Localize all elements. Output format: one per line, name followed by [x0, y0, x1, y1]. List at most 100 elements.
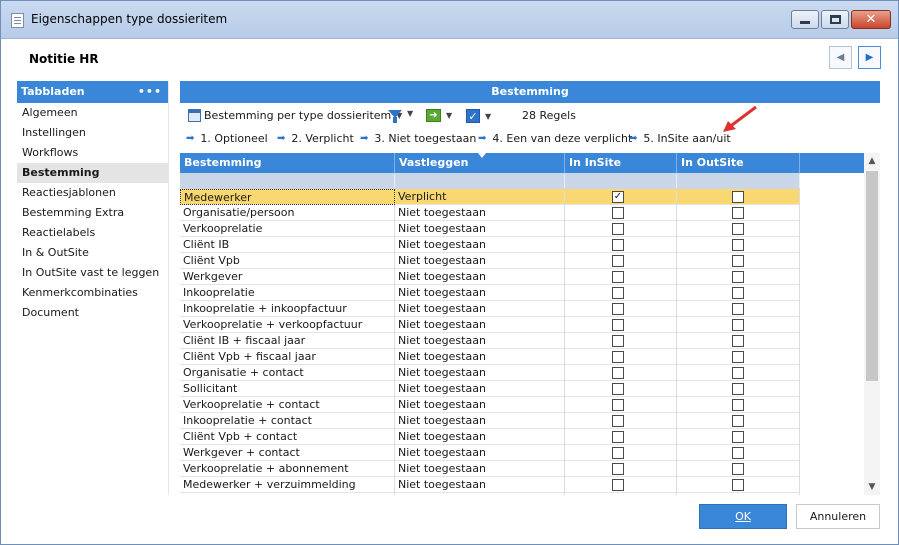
table-row[interactable]: Sollicitant Niet toegestaan	[180, 381, 800, 397]
cell-vastleggen[interactable]: Niet toegestaan	[395, 317, 565, 333]
cell-vastleggen[interactable]: Niet toegestaan	[395, 397, 565, 413]
quick-filter-button[interactable]: ➡ 3. Niet toegestaan	[360, 132, 476, 145]
filter-cell-bestemming[interactable]	[180, 174, 395, 188]
select-button[interactable]: ✓ ▼	[466, 109, 491, 123]
insite-checkbox[interactable]	[612, 287, 624, 299]
outsite-checkbox[interactable]	[732, 319, 744, 331]
table-row[interactable]: Cliënt IB + fiscaal jaar Niet toegestaan	[180, 333, 800, 349]
outsite-checkbox[interactable]	[732, 271, 744, 283]
cell-bestemming[interactable]: Verkooprelatie + contact	[180, 397, 395, 413]
outsite-checkbox[interactable]	[732, 351, 744, 363]
outsite-checkbox[interactable]	[732, 367, 744, 379]
scroll-down-icon[interactable]: ▼	[864, 479, 880, 495]
quick-filter-button[interactable]: ➡ 4. Een van deze verplicht	[478, 132, 632, 145]
table-row[interactable]: Medewerker + verzuimmelding Niet toegesta…	[180, 477, 800, 493]
insite-checkbox[interactable]	[612, 383, 624, 395]
outsite-checkbox[interactable]	[732, 287, 744, 299]
insite-checkbox[interactable]	[612, 447, 624, 459]
cell-vastleggen[interactable]: Niet toegestaan	[395, 445, 565, 461]
tab-item[interactable]: Bestemming Extra	[17, 203, 168, 223]
cell-bestemming[interactable]: Verkooprelatie + abonnement	[180, 461, 395, 477]
table-row[interactable]: Inkooprelatie + contact Niet toegestaan	[180, 413, 800, 429]
insite-checkbox[interactable]: ✓	[612, 191, 624, 203]
tab-item[interactable]: Reactiesjablonen	[17, 183, 168, 203]
insite-checkbox[interactable]	[612, 271, 624, 283]
minimize-button[interactable]	[791, 10, 819, 29]
insite-checkbox[interactable]	[612, 463, 624, 475]
insite-checkbox[interactable]	[612, 207, 624, 219]
cell-bestemming[interactable]: Medewerker + verzuimmelding	[180, 477, 395, 493]
table-row[interactable]: Verkooprelatie + verkoopfactuur Niet toeg…	[180, 317, 800, 333]
previous-record-button[interactable]: ◀	[829, 46, 852, 69]
table-row[interactable]: Verkooprelatie + contact Niet toegestaan	[180, 397, 800, 413]
tab-item[interactable]: Workflows	[17, 143, 168, 163]
tab-item[interactable]: Kenmerkcombinaties	[17, 283, 168, 303]
tab-item[interactable]: Reactielabels	[17, 223, 168, 243]
cell-bestemming[interactable]: Organisatie/persoon	[180, 205, 395, 221]
cell-vastleggen[interactable]: Niet toegestaan	[395, 477, 565, 493]
outsite-checkbox[interactable]	[732, 399, 744, 411]
more-options-icon[interactable]: •••	[138, 81, 162, 103]
table-row[interactable]: Cliënt Vpb + fiscaal jaar Niet toegestaan	[180, 349, 800, 365]
cell-bestemming[interactable]: Organisatie + contact	[180, 365, 395, 381]
table-row[interactable]: Inkooprelatie + inkoopfactuur Niet toeges…	[180, 301, 800, 317]
cell-bestemming[interactable]: Inkooprelatie + inkoopfactuur	[180, 301, 395, 317]
cell-bestemming[interactable]: Werkgever	[180, 269, 395, 285]
insite-checkbox[interactable]	[612, 367, 624, 379]
outsite-checkbox[interactable]	[732, 447, 744, 459]
title-bar[interactable]: Eigenschappen type dossieritem ✕	[1, 1, 898, 39]
cell-vastleggen[interactable]: Niet toegestaan	[395, 413, 565, 429]
insite-checkbox[interactable]	[612, 431, 624, 443]
table-row[interactable]: Medewerker Verplicht ✓	[180, 189, 800, 205]
quick-filter-button[interactable]: ➡ 5. InSite aan/uit	[629, 132, 731, 145]
grid-scrollbar[interactable]: ▲ ▼	[864, 153, 880, 495]
insite-checkbox[interactable]	[612, 479, 624, 491]
table-row[interactable]: Organisatie/persoon Niet toegestaan	[180, 205, 800, 221]
tab-item[interactable]: Document	[17, 303, 168, 323]
outsite-checkbox[interactable]	[732, 191, 744, 203]
quick-filter-button[interactable]: ➡ 1. Optioneel	[186, 132, 268, 145]
view-selector[interactable]: Bestemming per type dossieritem ▼	[188, 109, 402, 122]
insite-checkbox[interactable]	[612, 255, 624, 267]
insite-checkbox[interactable]	[612, 351, 624, 363]
cell-vastleggen[interactable]: Niet toegestaan	[395, 301, 565, 317]
tab-item[interactable]: Bestemming	[17, 163, 168, 183]
filter-button[interactable]: ▼	[388, 109, 413, 123]
quick-filter-button[interactable]: ➡ 2. Verplicht	[277, 132, 354, 145]
filter-cell-vastleggen[interactable]	[395, 174, 565, 188]
cell-vastleggen[interactable]: Niet toegestaan	[395, 429, 565, 445]
cell-bestemming[interactable]: Inkooprelatie	[180, 285, 395, 301]
insite-checkbox[interactable]	[612, 415, 624, 427]
cell-vastleggen[interactable]: Niet toegestaan	[395, 269, 565, 285]
cell-vastleggen[interactable]: Verplicht	[395, 189, 565, 205]
cell-vastleggen[interactable]: Niet toegestaan	[395, 221, 565, 237]
table-row[interactable]: Organisatie + contact Niet toegestaan	[180, 365, 800, 381]
close-button[interactable]: ✕	[851, 10, 891, 29]
table-row[interactable]: Cliënt Vpb Niet toegestaan	[180, 253, 800, 269]
table-row[interactable]: Werkgever Niet toegestaan	[180, 269, 800, 285]
cell-bestemming[interactable]: Cliënt IB	[180, 237, 395, 253]
table-row[interactable]: Cliënt IB Niet toegestaan	[180, 237, 800, 253]
tab-item[interactable]: In & OutSite	[17, 243, 168, 263]
cell-bestemming[interactable]: Medewerker	[180, 189, 395, 205]
outsite-checkbox[interactable]	[732, 303, 744, 315]
cell-bestemming[interactable]	[180, 493, 395, 495]
table-row[interactable]: Werkgever + contact Niet toegestaan	[180, 445, 800, 461]
outsite-checkbox[interactable]	[732, 415, 744, 427]
ok-button[interactable]: OK	[699, 504, 787, 529]
cell-vastleggen[interactable]: Niet toegestaan	[395, 333, 565, 349]
cell-bestemming[interactable]: Verkooprelatie	[180, 221, 395, 237]
tab-item[interactable]: Instellingen	[17, 123, 168, 143]
table-row[interactable]: Inkooprelatie Niet toegestaan	[180, 285, 800, 301]
cell-bestemming[interactable]: Inkooprelatie + contact	[180, 413, 395, 429]
cell-vastleggen[interactable]: Niet toegestaan	[395, 461, 565, 477]
outsite-checkbox[interactable]	[732, 223, 744, 235]
outsite-checkbox[interactable]	[732, 463, 744, 475]
scrollbar-thumb[interactable]	[866, 171, 878, 381]
outsite-checkbox[interactable]	[732, 431, 744, 443]
table-row[interactable]: Verkooprelatie Niet toegestaan	[180, 221, 800, 237]
cell-bestemming[interactable]: Verkooprelatie + verkoopfactuur	[180, 317, 395, 333]
outsite-checkbox[interactable]	[732, 207, 744, 219]
insite-checkbox[interactable]	[612, 399, 624, 411]
filter-cell-insite[interactable]	[565, 174, 677, 188]
